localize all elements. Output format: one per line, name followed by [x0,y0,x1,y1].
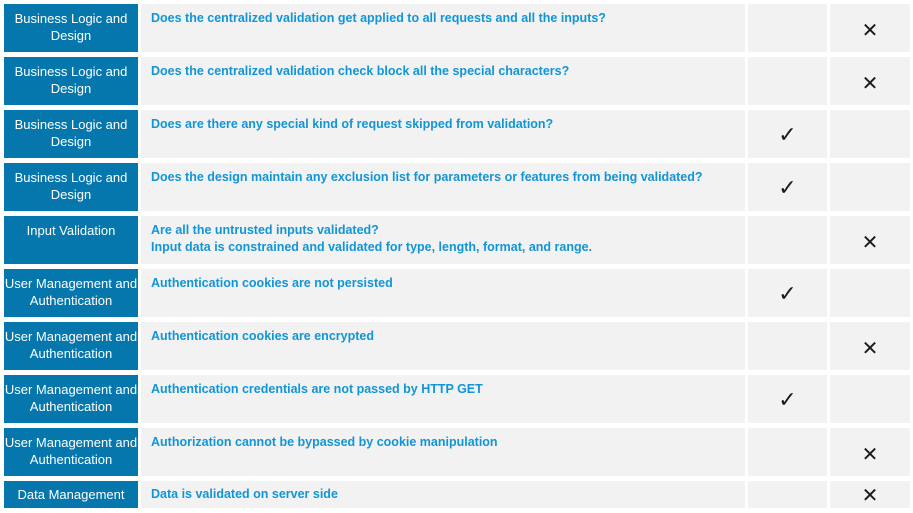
yes-cell: ✓ [748,163,827,211]
category-cell: Data Management [4,481,138,508]
no-cell [830,269,910,317]
checklist-table: Business Logic and Design Does the centr… [4,4,910,508]
category-cell: User Management and Authentication [4,269,138,317]
yes-cell [748,216,827,264]
question-cell: Does the centralized validation check bl… [141,57,745,105]
yes-cell [748,4,827,52]
cross-icon: ✕ [861,71,879,95]
category-label: User Management and Authentication [4,435,138,467]
cross-icon: ✕ [861,230,879,254]
check-icon: ✓ [778,282,797,307]
category-cell: Business Logic and Design [4,4,138,52]
cross-icon: ✕ [861,18,879,42]
question-cell: Are all the untrusted inputs validated? … [141,216,745,264]
question-cell: Does the design maintain any exclusion l… [141,163,745,211]
check-icon: ✓ [778,388,797,413]
category-cell: Business Logic and Design [4,163,138,211]
category-cell: Input Validation [4,216,138,264]
question-cell: Does the centralized validation get appl… [141,4,745,52]
yes-cell: ✓ [748,269,827,317]
check-icon: ✓ [778,123,797,148]
no-cell [830,110,910,158]
no-cell: ✕ [830,481,910,508]
no-cell: ✕ [830,57,910,105]
question-cell: Does are there any special kind of reque… [141,110,745,158]
category-label: Business Logic and Design [14,117,128,149]
question-cell: Authentication cookies are encrypted [141,322,745,370]
category-cell: Business Logic and Design [4,57,138,105]
yes-cell [748,481,827,508]
no-cell [830,375,910,423]
category-cell: Business Logic and Design [4,110,138,158]
no-cell: ✕ [830,322,910,370]
category-label: Business Logic and Design [14,64,128,96]
yes-cell [748,428,827,476]
no-cell: ✕ [830,216,910,264]
category-label: Input Validation [26,223,116,238]
cross-icon: ✕ [861,442,879,466]
question-cell: Data is validated on server side [141,481,745,508]
question-cell: Authentication credentials are not passe… [141,375,745,423]
category-label: Business Logic and Design [14,170,128,202]
check-icon: ✓ [778,176,797,201]
no-cell: ✕ [830,4,910,52]
category-label: Business Logic and Design [14,11,128,43]
no-cell [830,163,910,211]
category-cell: User Management and Authentication [4,322,138,370]
cross-icon: ✕ [861,482,879,507]
yes-cell [748,57,827,105]
category-cell: User Management and Authentication [4,375,138,423]
yes-cell: ✓ [748,375,827,423]
category-label: User Management and Authentication [4,276,138,308]
question-cell: Authorization cannot be bypassed by cook… [141,428,745,476]
question-cell: Authentication cookies are not persisted [141,269,745,317]
yes-cell [748,322,827,370]
no-cell: ✕ [830,428,910,476]
category-cell: User Management and Authentication [4,428,138,476]
category-label: User Management and Authentication [4,382,138,414]
category-label: User Management and Authentication [4,329,138,361]
category-label: Data Management [17,487,125,502]
cross-icon: ✕ [861,336,879,360]
yes-cell: ✓ [748,110,827,158]
